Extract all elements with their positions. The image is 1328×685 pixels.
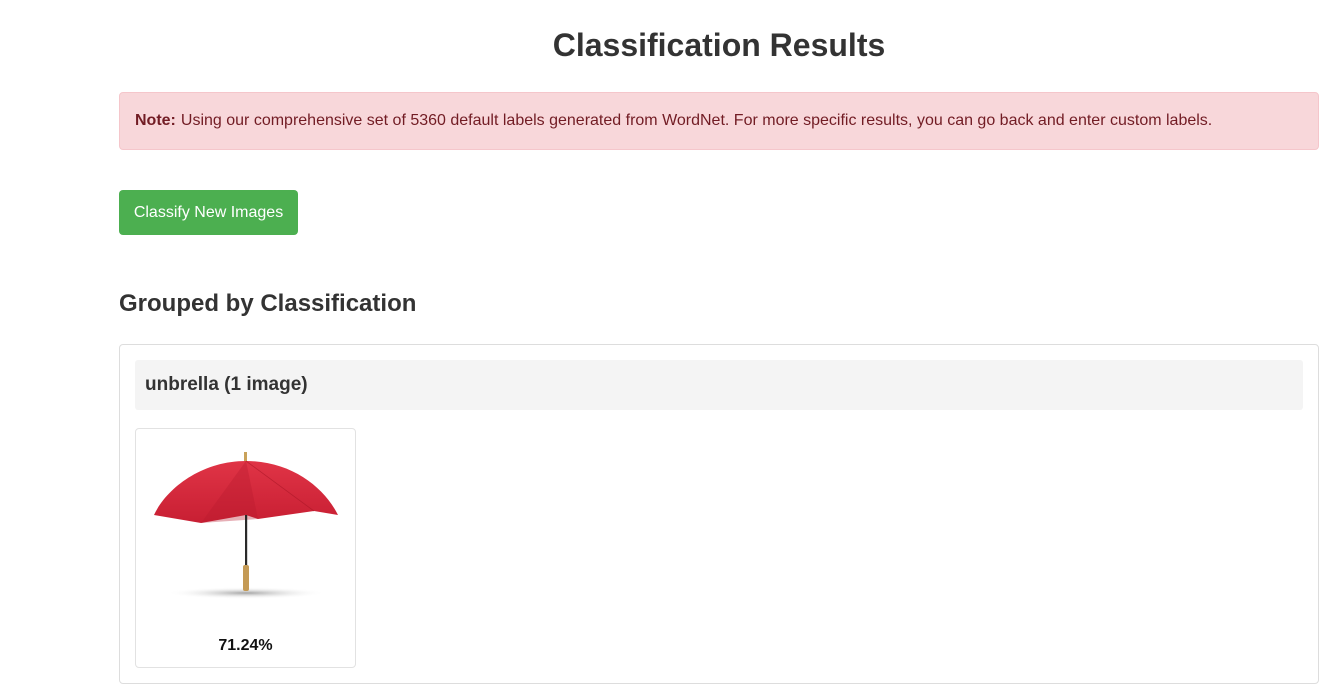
red-umbrella-image (154, 452, 338, 599)
group-header: unbrella (1 image) (135, 360, 1303, 410)
confidence-score: 71.24% (218, 637, 273, 654)
page-title: Classification Results (552, 27, 886, 63)
note-label: Note: (135, 112, 176, 129)
classification-group: unbrella (1 image) 71.24% (119, 344, 1319, 684)
section-title: Grouped by Classification (119, 290, 417, 317)
image-card[interactable]: 71.24% (135, 428, 356, 668)
note-text: Using our comprehensive set of 5360 defa… (180, 112, 1213, 129)
note-alert: Note: Using our comprehensive set of 536… (119, 92, 1319, 150)
classify-new-images-button[interactable]: Classify New Images (119, 190, 298, 235)
